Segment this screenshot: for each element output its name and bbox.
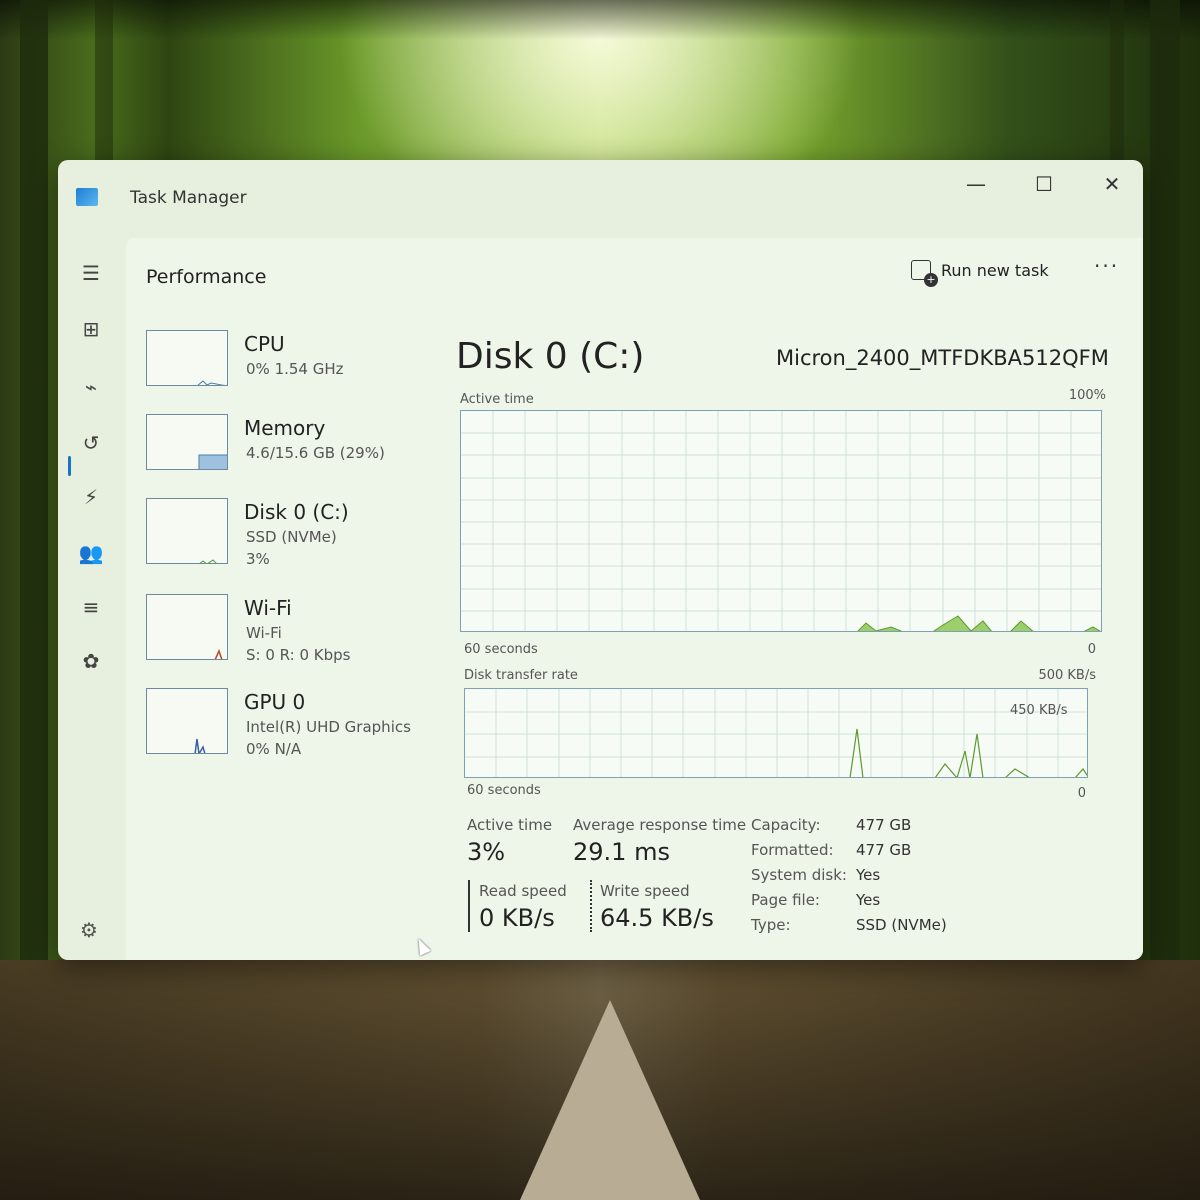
transfer-rate-scale-label: 450 KB/s — [1010, 703, 1068, 718]
sidebar-nav: ☰ ⊞ ⌁ ↺ ⚡ 👥 ≡ ✿ ⚙ — [58, 238, 126, 960]
page-file-label: Page file: — [751, 891, 820, 909]
settings-icon[interactable]: ⚙ — [80, 918, 98, 942]
bamboo-trunk — [20, 0, 48, 1000]
resource-name: CPU — [244, 332, 285, 356]
transfer-rate-graph: 450 KB/s — [464, 688, 1088, 778]
write-speed-value: 64.5 KB/s — [600, 904, 714, 932]
maximize-button[interactable]: ☐ — [1024, 168, 1064, 200]
details-icon[interactable]: ≡ — [78, 594, 104, 620]
transfer-rate-graph-min: 0 — [1077, 786, 1086, 801]
active-time-graph-max: 100% — [1068, 388, 1106, 403]
resource-detail: Intel(R) UHD Graphics — [246, 718, 411, 736]
resource-item-disk-0[interactable]: Disk 0 (C:) SSD (NVMe) 3% — [146, 498, 446, 588]
formatted-label: Formatted: — [751, 841, 834, 859]
disk-model: Micron_2400_MTFDKBA512QFM — [776, 346, 1109, 370]
read-speed-label: Read speed — [479, 882, 567, 900]
system-disk-label: System disk: — [751, 866, 847, 884]
disk-thumbnail-graph — [146, 498, 228, 564]
resource-detail: 4.6/15.6 GB (29%) — [246, 444, 385, 462]
gpu-thumbnail-graph — [146, 688, 228, 754]
resource-detail: 0% 1.54 GHz — [246, 360, 344, 378]
read-speed-separator — [468, 880, 470, 932]
active-indicator — [68, 456, 71, 476]
wifi-thumbnail-graph — [146, 594, 228, 660]
minimize-button[interactable]: — — [956, 168, 996, 200]
run-new-task-button[interactable]: Run new task — [911, 260, 1049, 287]
capacity-value: 477 GB — [856, 816, 912, 834]
startup-apps-icon[interactable]: ⚡ — [78, 484, 104, 510]
resource-item-memory[interactable]: Memory 4.6/15.6 GB (29%) — [146, 414, 446, 484]
walking-path — [520, 1000, 700, 1200]
resource-detail: 0% N/A — [246, 740, 302, 758]
read-speed-value: 0 KB/s — [479, 904, 555, 932]
task-manager-app-icon — [76, 188, 98, 206]
app-history-icon[interactable]: ↺ — [78, 430, 104, 456]
resource-detail: 3% — [246, 550, 270, 568]
users-icon[interactable]: 👥 — [78, 540, 104, 566]
system-disk-value: Yes — [856, 866, 881, 884]
resource-item-cpu[interactable]: CPU 0% 1.54 GHz — [146, 330, 446, 400]
transfer-rate-graph-max: 500 KB/s — [1038, 668, 1096, 683]
active-time-value: 3% — [467, 838, 506, 866]
task-manager-window: Task Manager — ☐ ✕ ☰ ⊞ ⌁ ↺ ⚡ 👥 ≡ ✿ ⚙ Per… — [58, 160, 1143, 960]
write-speed-separator — [590, 880, 592, 932]
services-icon[interactable]: ✿ — [78, 648, 104, 674]
close-button[interactable]: ✕ — [1092, 168, 1132, 200]
resource-item-gpu-0[interactable]: GPU 0 Intel(R) UHD Graphics 0% N/A — [146, 688, 446, 768]
formatted-value: 477 GB — [856, 841, 912, 859]
processes-icon[interactable]: ⊞ — [78, 316, 104, 342]
bamboo-trunk — [1150, 0, 1180, 1000]
resource-name: GPU 0 — [244, 690, 306, 714]
resource-name: Wi-Fi — [244, 596, 292, 620]
run-task-icon — [911, 260, 938, 287]
performance-panel: Performance Run new task ··· CPU 0% 1.54… — [126, 238, 1143, 960]
resource-name: Memory — [244, 416, 326, 440]
resource-name: Disk 0 (C:) — [244, 500, 349, 524]
avg-response-time-label: Average response time — [573, 816, 747, 834]
active-time-graph-label: Active time — [460, 392, 534, 407]
resource-detail: SSD (NVMe) — [246, 528, 337, 546]
page-file-value: Yes — [856, 891, 881, 909]
avg-response-time-value: 29.1 ms — [573, 838, 670, 866]
disk-title: Disk 0 (C:) — [456, 336, 645, 377]
active-time-graph-duration: 60 seconds — [464, 642, 538, 657]
run-new-task-label: Run new task — [941, 260, 1049, 280]
active-time-graph-min: 0 — [1087, 642, 1096, 657]
performance-icon[interactable]: ⌁ — [78, 374, 104, 400]
active-time-graph — [460, 410, 1102, 632]
transfer-rate-graph-label: Disk transfer rate — [464, 668, 578, 683]
hamburger-menu-icon[interactable]: ☰ — [78, 260, 104, 286]
resource-item-wifi[interactable]: Wi-Fi Wi-Fi S: 0 R: 0 Kbps — [146, 594, 446, 674]
active-time-label: Active time — [467, 816, 553, 834]
capacity-label: Capacity: — [751, 816, 821, 834]
resource-detail: S: 0 R: 0 Kbps — [246, 646, 351, 664]
title-bar[interactable]: Task Manager — ☐ ✕ — [58, 160, 1143, 238]
type-value: SSD (NVMe) — [856, 916, 947, 934]
mouse-cursor — [413, 936, 431, 956]
transfer-rate-graph-duration: 60 seconds — [467, 783, 541, 798]
window-title: Task Manager — [130, 188, 247, 208]
memory-thumbnail-graph — [146, 414, 228, 470]
type-label: Type: — [751, 916, 791, 934]
active-time-trace — [857, 615, 1101, 631]
cpu-thumbnail-graph — [146, 330, 228, 386]
write-speed-label: Write speed — [600, 882, 690, 900]
resource-detail: Wi-Fi — [246, 624, 282, 642]
more-options-button[interactable]: ··· — [1094, 254, 1119, 278]
page-title: Performance — [146, 266, 267, 288]
